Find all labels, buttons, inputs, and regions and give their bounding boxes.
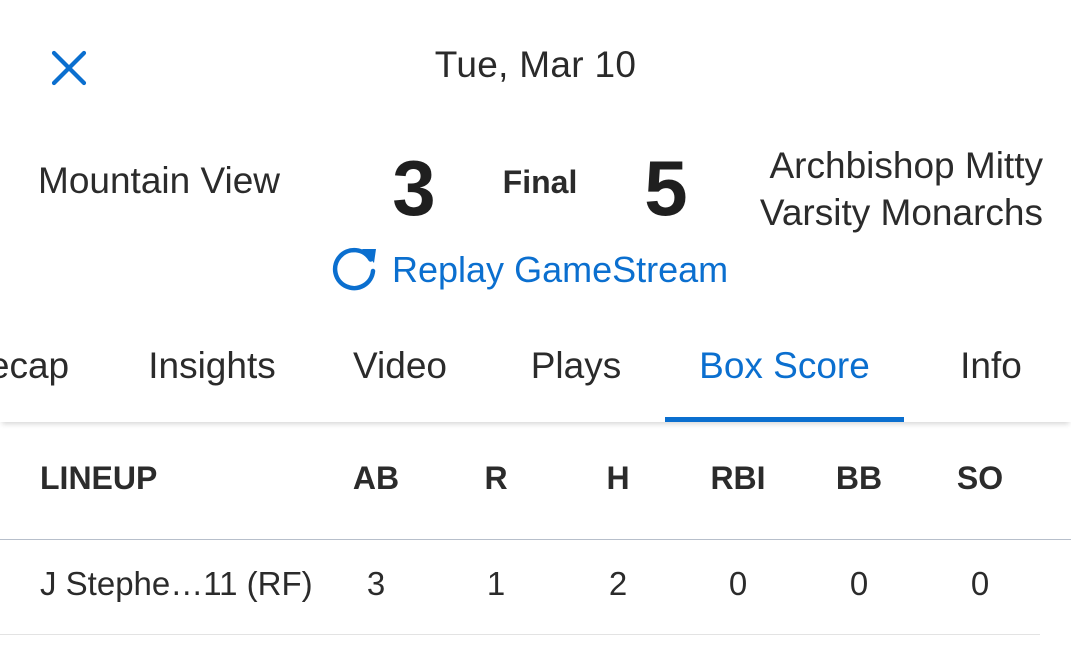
column-header-lineup: LINEUP <box>40 460 158 496</box>
tab-recap[interactable]: ecap <box>0 322 82 422</box>
table-header: LINEUP AB R H RBI BB SO <box>0 422 1071 540</box>
replay-label: Replay GameStream <box>392 249 729 290</box>
away-team-name-line2: Varsity Monarchs <box>759 192 1043 233</box>
replay-gamestream-button[interactable]: Replay GameStream <box>326 242 728 298</box>
tab-info[interactable]: Info <box>940 322 1042 422</box>
cell-h: 2 <box>608 565 628 602</box>
column-header-rbi: RBI <box>710 460 766 496</box>
table-row[interactable]: J Stephe…11 (RF) 3 1 2 0 0 0 <box>0 540 1040 635</box>
away-team-name: Archbishop Mitty Varsity Monarchs <box>760 142 1043 236</box>
home-team-name: Mountain View <box>38 160 281 201</box>
cell-ab: 3 <box>366 565 386 602</box>
game-status: Final <box>502 164 578 200</box>
column-header-bb: BB <box>835 460 883 496</box>
column-header-r: R <box>484 460 508 496</box>
game-header: Tue, Mar 10 <box>0 0 1071 130</box>
tab-box-score[interactable]: Box Score <box>665 322 904 422</box>
column-header-ab: AB <box>352 460 400 496</box>
tab-video[interactable]: Video <box>340 322 460 422</box>
replay-icon <box>332 247 376 291</box>
away-team-score: 5 <box>644 144 688 232</box>
home-team-score: 3 <box>392 144 436 232</box>
cell-rbi: 0 <box>728 565 748 602</box>
cell-so: 0 <box>970 565 990 602</box>
cell-bb: 0 <box>849 565 869 602</box>
column-header-h: H <box>606 460 630 496</box>
column-header-so: SO <box>956 460 1004 496</box>
tab-plays[interactable]: Plays <box>516 322 636 422</box>
tab-insights[interactable]: Insights <box>132 322 292 422</box>
away-team-name-line1: Archbishop Mitty <box>769 145 1044 186</box>
cell-r: 1 <box>486 565 506 602</box>
game-date: Tue, Mar 10 <box>434 44 637 85</box>
game-tabs: ecap Insights Video Plays Box Score Info <box>0 322 1071 422</box>
player-name[interactable]: J Stephe…11 (RF) <box>40 540 313 628</box>
